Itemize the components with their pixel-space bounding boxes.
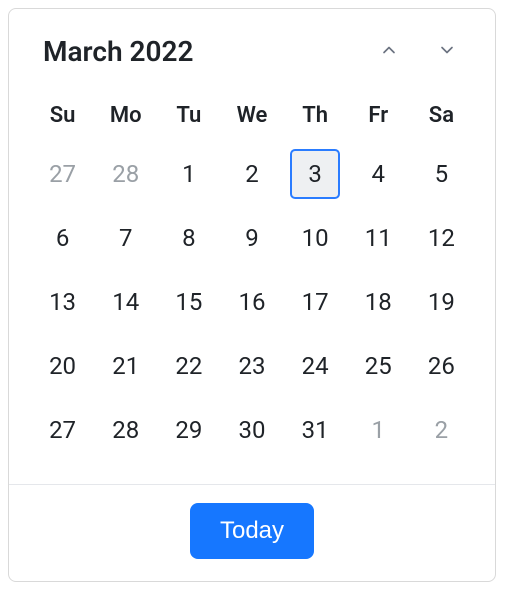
- calendar-week-row: 27 28 29 30 31 12: [31, 398, 473, 462]
- day-cell-wrapper: 16: [220, 270, 283, 334]
- weekday-header: Fr: [347, 93, 410, 142]
- chevron-up-icon: [379, 40, 399, 63]
- day-cell[interactable]: 11: [353, 213, 403, 263]
- weekday-header: Su: [31, 93, 94, 142]
- day-cell[interactable]: 17: [290, 277, 340, 327]
- day-cell[interactable]: 21: [101, 341, 151, 391]
- day-cell-wrapper: 22: [157, 334, 220, 398]
- day-cell[interactable]: 8: [164, 213, 214, 263]
- calendar-week-row: 13 14 15 16 17 18 19: [31, 270, 473, 334]
- day-cell[interactable]: 28: [101, 405, 151, 455]
- day-cell-wrapper: 28: [94, 398, 157, 462]
- day-cell-wrapper: 5: [410, 142, 473, 206]
- today-button[interactable]: Today: [190, 503, 314, 559]
- day-cell[interactable]: 20: [38, 341, 88, 391]
- day-cell-other-month[interactable]: 27: [38, 149, 88, 199]
- day-cell-wrapper: 8: [157, 206, 220, 270]
- prev-month-button[interactable]: [369, 31, 409, 71]
- day-cell[interactable]: 26: [416, 341, 466, 391]
- day-cell[interactable]: 30: [227, 405, 277, 455]
- day-cell-wrapper: 26: [410, 334, 473, 398]
- day-cell-selected[interactable]: 3: [290, 149, 340, 199]
- day-cell[interactable]: 24: [290, 341, 340, 391]
- day-cell[interactable]: 23: [227, 341, 277, 391]
- day-cell-wrapper: 15: [157, 270, 220, 334]
- day-cell-wrapper: 31: [284, 398, 347, 462]
- month-nav-buttons: [369, 31, 467, 71]
- day-cell[interactable]: 12: [416, 213, 466, 263]
- day-cell-wrapper: 2: [410, 398, 473, 462]
- day-cell-wrapper: 21: [94, 334, 157, 398]
- day-cell-wrapper: 2: [220, 142, 283, 206]
- day-cell[interactable]: 16: [227, 277, 277, 327]
- day-cell-wrapper: 1: [347, 398, 410, 462]
- day-cell[interactable]: 19: [416, 277, 466, 327]
- day-cell-wrapper: 7: [94, 206, 157, 270]
- day-cell[interactable]: 25: [353, 341, 403, 391]
- day-cell-wrapper: 13: [31, 270, 94, 334]
- day-cell[interactable]: 18: [353, 277, 403, 327]
- day-cell-wrapper: 29: [157, 398, 220, 462]
- day-cell[interactable]: 14: [101, 277, 151, 327]
- day-cell-other-month[interactable]: 1: [353, 405, 403, 455]
- day-cell-wrapper: 10: [284, 206, 347, 270]
- day-cell[interactable]: 6: [38, 213, 88, 263]
- day-cell[interactable]: 2: [227, 149, 277, 199]
- month-year-title[interactable]: March 2022: [43, 35, 194, 68]
- day-cell[interactable]: 27: [38, 405, 88, 455]
- day-cell-wrapper: 19: [410, 270, 473, 334]
- day-cell[interactable]: 15: [164, 277, 214, 327]
- calendar-header: March 2022: [9, 9, 495, 83]
- day-cell-wrapper: 30: [220, 398, 283, 462]
- day-cell-wrapper: 12: [410, 206, 473, 270]
- calendar-panel: March 2022 Su Mo Tu We Th Fr Sa 27281234…: [8, 8, 496, 582]
- day-cell-wrapper: 4: [347, 142, 410, 206]
- weekday-header: Th: [284, 93, 347, 142]
- day-cell-wrapper: 1: [157, 142, 220, 206]
- calendar-footer: Today: [9, 484, 495, 581]
- day-cell-wrapper: 24: [284, 334, 347, 398]
- day-cell[interactable]: 1: [164, 149, 214, 199]
- day-cell-wrapper: 3: [284, 142, 347, 206]
- day-cell-wrapper: 17: [284, 270, 347, 334]
- day-cell-wrapper: 27: [31, 142, 94, 206]
- day-cell-other-month[interactable]: 28: [101, 149, 151, 199]
- day-cell-wrapper: 18: [347, 270, 410, 334]
- day-cell-wrapper: 25: [347, 334, 410, 398]
- weekday-header: Mo: [94, 93, 157, 142]
- next-month-button[interactable]: [427, 31, 467, 71]
- calendar-week-row: 20 21 22 23 24 25 26: [31, 334, 473, 398]
- day-cell[interactable]: 10: [290, 213, 340, 263]
- weekday-header-row: Su Mo Tu We Th Fr Sa: [31, 93, 473, 142]
- weekday-header: Tu: [157, 93, 220, 142]
- day-cell-other-month[interactable]: 2: [416, 405, 466, 455]
- day-cell-wrapper: 27: [31, 398, 94, 462]
- day-cell[interactable]: 4: [353, 149, 403, 199]
- day-cell-wrapper: 20: [31, 334, 94, 398]
- chevron-down-icon: [437, 40, 457, 63]
- day-cell[interactable]: 13: [38, 277, 88, 327]
- day-cell-wrapper: 6: [31, 206, 94, 270]
- calendar-week-row: 27 28 12345: [31, 142, 473, 206]
- day-cell[interactable]: 9: [227, 213, 277, 263]
- weekday-header: We: [220, 93, 283, 142]
- day-cell[interactable]: 31: [290, 405, 340, 455]
- day-cell[interactable]: 5: [416, 149, 466, 199]
- calendar-grid: 2728123456789101112131415161718192021222…: [31, 142, 473, 462]
- day-cell-wrapper: 28: [94, 142, 157, 206]
- calendar-body: Su Mo Tu We Th Fr Sa 2728123456789101112…: [9, 83, 495, 484]
- day-cell[interactable]: 7: [101, 213, 151, 263]
- calendar-week-row: 6789 10 11 12: [31, 206, 473, 270]
- day-cell-wrapper: 14: [94, 270, 157, 334]
- weekday-header: Sa: [410, 93, 473, 142]
- day-cell[interactable]: 29: [164, 405, 214, 455]
- day-cell[interactable]: 22: [164, 341, 214, 391]
- day-cell-wrapper: 11: [347, 206, 410, 270]
- day-cell-wrapper: 9: [220, 206, 283, 270]
- day-cell-wrapper: 23: [220, 334, 283, 398]
